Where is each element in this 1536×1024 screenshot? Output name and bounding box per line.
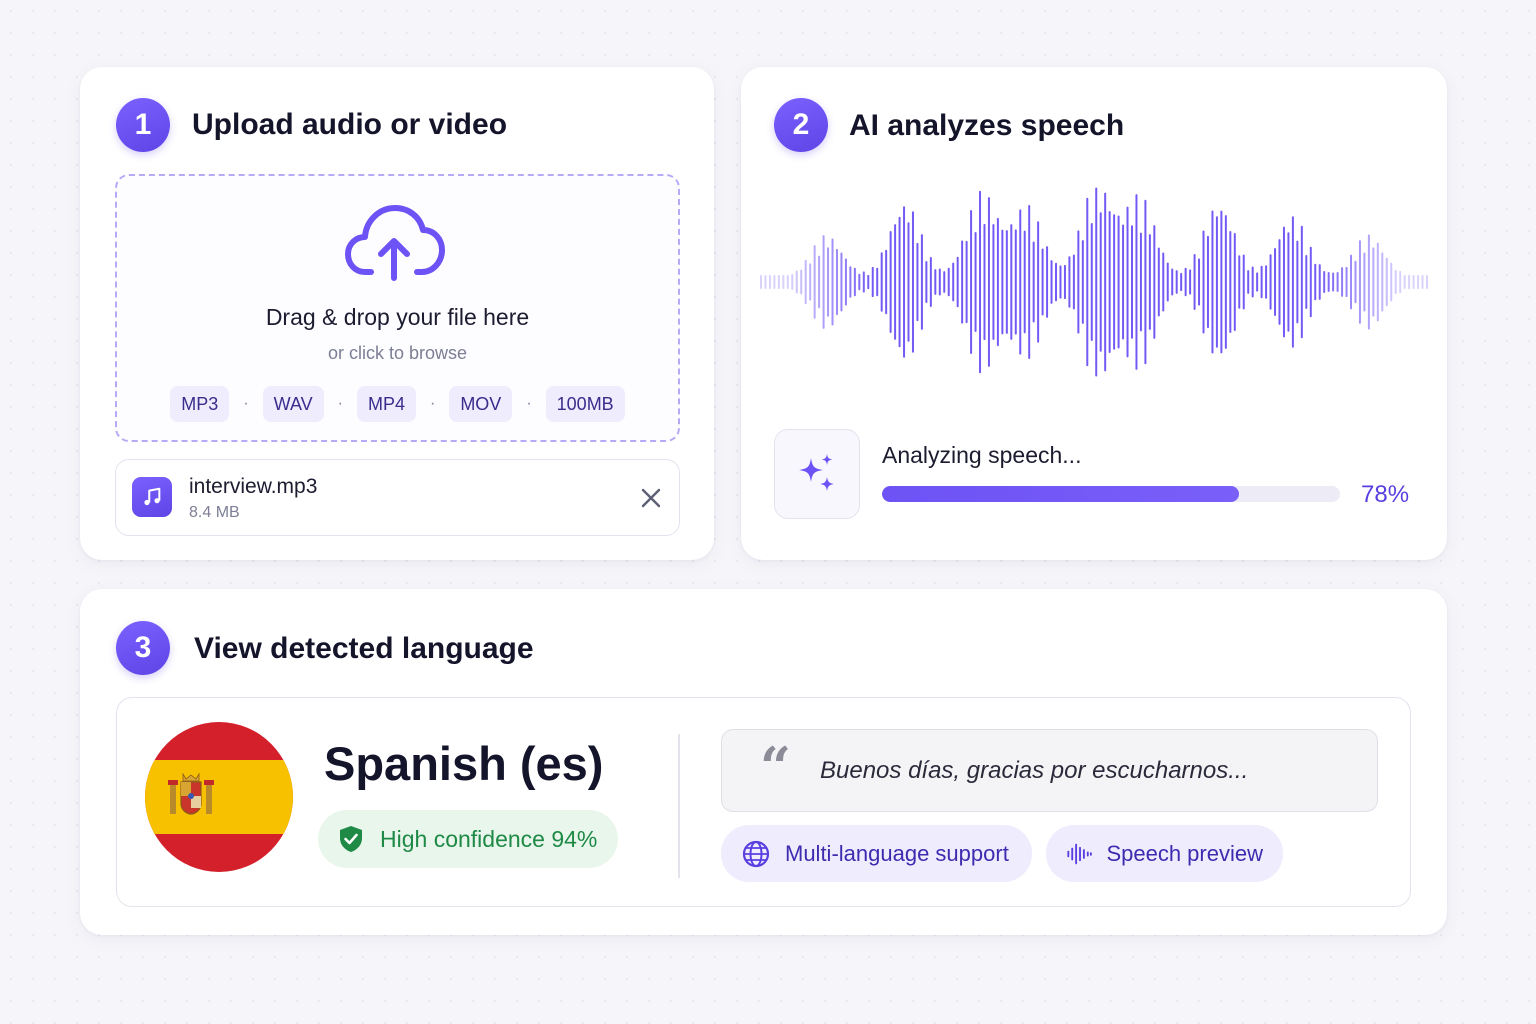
chip-separator: · xyxy=(243,395,249,412)
detected-language-name: Spanish (es) xyxy=(324,737,604,790)
format-chip-wav: WAV xyxy=(262,386,324,422)
analyze-title: AI analyzes speech xyxy=(849,109,1125,142)
result-card: 3 View detected language Spanish (es) Hi… xyxy=(80,589,1447,935)
chip-separator: · xyxy=(429,395,436,412)
detected-language-panel: Spanish (es) High confidence 94% “ Bueno… xyxy=(116,697,1411,907)
spain-flag-icon xyxy=(145,722,293,872)
confidence-text: High confidence 94% xyxy=(380,825,598,852)
shield-check-icon xyxy=(340,826,362,852)
step-2-badge: 2 xyxy=(774,98,828,152)
transcript-snippet: Buenos días, gracias por escucharnos... xyxy=(820,757,1249,784)
sparkle-icon-box xyxy=(774,429,860,519)
audio-wave-icon xyxy=(1067,843,1092,864)
step-1-badge: 1 xyxy=(116,98,170,152)
file-dropzone[interactable]: Drag & drop your file here or click to b… xyxy=(115,174,680,442)
upload-title: Upload audio or video xyxy=(192,108,508,141)
uploaded-file-row: interview.mp3 8.4 MB xyxy=(115,459,680,536)
analyze-card: 2 AI analyzes speech Analyzing speech...… xyxy=(741,67,1447,560)
sparkle-icon xyxy=(799,454,834,491)
format-chip-mp3: MP3 xyxy=(170,386,230,422)
upload-card: 1 Upload audio or video Drag & drop your… xyxy=(80,67,714,560)
speech-waveform xyxy=(760,187,1428,377)
speech-preview-button[interactable]: Speech preview xyxy=(1046,825,1283,882)
cloud-upload-icon xyxy=(345,205,445,281)
quote-icon: “ xyxy=(760,735,792,799)
format-chips: MP3 · WAV · MP4 · MOV · 100MB xyxy=(117,386,678,422)
confidence-badge: High confidence 94% xyxy=(318,810,618,868)
chip-separator: · xyxy=(337,395,343,412)
progress-bar xyxy=(882,486,1340,502)
file-size: 8.4 MB xyxy=(189,504,240,521)
progress-fill xyxy=(882,486,1240,502)
globe-icon xyxy=(742,840,770,867)
feature-label: Speech preview xyxy=(1106,840,1263,866)
progress-percent: 78% xyxy=(1361,481,1410,508)
multi-language-support-button[interactable]: Multi-language support xyxy=(721,825,1032,882)
format-chip-mp4: MP4 xyxy=(356,386,416,422)
step-3-badge: 3 xyxy=(116,621,170,675)
dropzone-main-text: Drag & drop your file here xyxy=(265,304,530,330)
music-note-icon xyxy=(132,477,172,517)
vertical-divider xyxy=(678,734,680,878)
file-name: interview.mp3 xyxy=(189,475,318,498)
chip-separator: · xyxy=(526,395,532,412)
size-limit-chip: 100MB xyxy=(545,386,625,422)
feature-label: Multi-language support xyxy=(785,840,1009,866)
transcript-quote: “ Buenos días, gracias por escucharnos..… xyxy=(721,729,1378,812)
analyzing-status: Analyzing speech... xyxy=(882,442,1082,468)
format-chip-mov: MOV xyxy=(449,386,513,422)
remove-file-close-icon[interactable] xyxy=(639,486,663,510)
result-title: View detected language xyxy=(194,632,534,665)
browse-link[interactable]: or click to browse xyxy=(117,343,678,364)
